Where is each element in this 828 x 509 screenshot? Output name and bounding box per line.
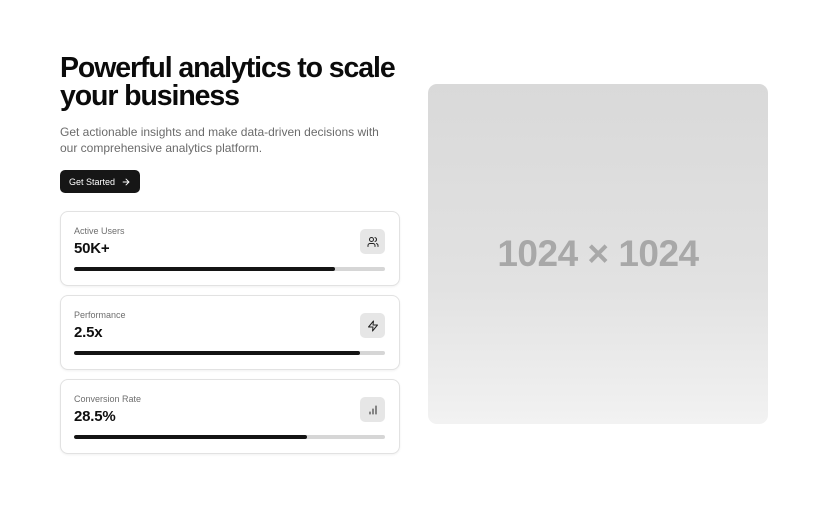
users-icon [360, 229, 385, 254]
page: Powerful analytics to scale your busines… [0, 0, 828, 509]
progress-track [74, 351, 385, 355]
stats-list: Active Users 50K+ Performance 2.5x Conve… [60, 211, 400, 463]
stat-card-performance: Performance 2.5x [60, 295, 400, 370]
hero-title: Powerful analytics to scale your busines… [60, 52, 396, 112]
progress-fill [74, 351, 361, 355]
arrow-right-icon [122, 178, 130, 185]
stat-value: 2.5x [74, 324, 103, 341]
progress-track [74, 435, 385, 439]
stat-label: Conversion Rate [74, 394, 142, 404]
progress-fill [74, 267, 336, 271]
hero-section: Powerful analytics to scale your busines… [60, 54, 400, 193]
stat-card-conversion-rate: Conversion Rate 28.5% [60, 379, 400, 454]
get-started-button[interactable]: Get Started [60, 170, 141, 193]
zap-icon [360, 313, 385, 338]
progress-track [74, 267, 385, 271]
stat-card-active-users: Active Users 50K+ [60, 211, 400, 286]
stat-label: Active Users [74, 226, 125, 236]
stat-label: Performance [74, 310, 126, 320]
hero-subtitle: Get actionable insights and make data-dr… [60, 125, 379, 155]
stat-value: 50K+ [74, 240, 110, 257]
bar-chart-icon [360, 397, 385, 422]
image-placeholder: 1024 × 1024 [428, 84, 768, 424]
progress-fill [74, 435, 308, 439]
get-started-label: Get Started [69, 176, 116, 187]
image-placeholder-label: 1024 × 1024 [497, 233, 699, 274]
stat-value: 28.5% [74, 408, 116, 425]
